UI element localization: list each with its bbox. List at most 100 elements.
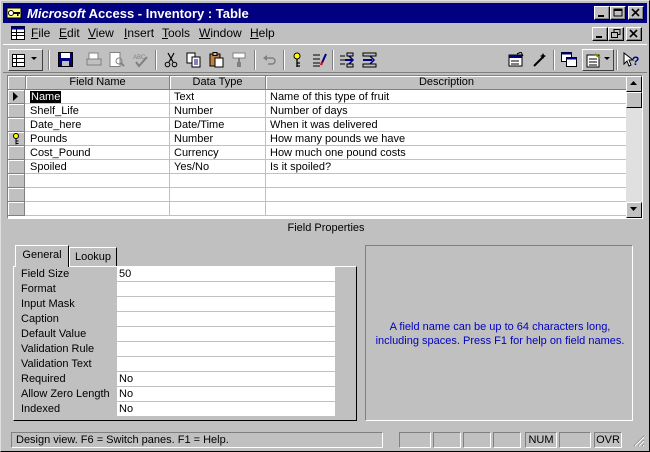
column-header-field-name[interactable]: Field Name [26, 76, 170, 90]
row-selector[interactable] [8, 90, 25, 104]
scroll-down-button[interactable] [626, 202, 642, 218]
description-cell[interactable]: How much one pound costs [266, 146, 628, 160]
undo-button[interactable] [259, 49, 281, 71]
table-row[interactable]: Pounds Number How many pounds we have [8, 132, 628, 146]
corner-header[interactable] [8, 76, 26, 90]
data-type-cell[interactable] [170, 174, 266, 188]
menu-edit[interactable]: Edit [59, 26, 80, 40]
property-row[interactable]: Validation Rule [21, 342, 349, 357]
field-name-cell[interactable] [26, 188, 170, 202]
property-value[interactable] [117, 312, 335, 326]
data-type-cell[interactable]: Text [170, 90, 266, 104]
description-cell[interactable]: Number of days [266, 104, 628, 118]
field-name-cell[interactable] [26, 174, 170, 188]
row-selector[interactable] [8, 188, 25, 202]
spelling-button[interactable]: ABC [130, 49, 152, 71]
property-row[interactable]: Field Size 50 [21, 267, 349, 282]
property-row[interactable]: Format [21, 282, 349, 297]
doc-restore-button[interactable] [608, 27, 624, 41]
build-button[interactable] [529, 49, 551, 71]
table-row[interactable]: Date_here Date/Time When it was delivere… [8, 118, 628, 132]
scroll-up-button[interactable] [626, 76, 642, 92]
database-window-button[interactable] [558, 49, 580, 71]
new-object-button[interactable] [582, 49, 614, 71]
row-selector[interactable] [8, 160, 25, 174]
field-name-cell[interactable] [26, 202, 170, 216]
table-row[interactable]: Shelf_Life Number Number of days [8, 104, 628, 118]
table-row[interactable]: Name Text Name of this type of fruit [8, 90, 628, 104]
empty-row[interactable] [8, 202, 628, 216]
grid-vertical-scrollbar[interactable] [626, 76, 642, 218]
data-type-cell[interactable]: Currency [170, 146, 266, 160]
field-name-cell[interactable]: Pounds [26, 132, 170, 146]
field-name-cell[interactable]: Name [26, 90, 170, 104]
data-type-cell[interactable] [170, 202, 266, 216]
size-grip-icon[interactable] [633, 435, 645, 447]
data-type-cell[interactable]: Number [170, 104, 266, 118]
menu-tools[interactable]: Tools [162, 26, 190, 40]
property-row[interactable]: Caption [21, 312, 349, 327]
data-type-cell[interactable]: Yes/No [170, 160, 266, 174]
empty-row[interactable] [8, 174, 628, 188]
minimize-button[interactable] [594, 6, 610, 20]
row-selector[interactable] [8, 118, 25, 132]
insert-rows-button[interactable] [336, 49, 358, 71]
data-type-cell[interactable] [170, 188, 266, 202]
context-help-button[interactable]: ? [620, 49, 642, 71]
property-row[interactable]: Required No [21, 372, 349, 387]
description-cell[interactable]: Name of this type of fruit [266, 90, 628, 104]
cut-button[interactable] [160, 49, 182, 71]
property-row[interactable]: Allow Zero Length No [21, 387, 349, 402]
scroll-thumb[interactable] [626, 92, 642, 108]
table-row[interactable]: Cost_Pound Currency How much one pound c… [8, 146, 628, 160]
paste-button[interactable] [206, 49, 228, 71]
property-value[interactable]: 50 [117, 267, 335, 281]
column-header-description[interactable]: Description [266, 76, 628, 90]
copy-button[interactable] [183, 49, 205, 71]
access-key-icon[interactable] [6, 5, 22, 21]
property-row[interactable]: Input Mask [21, 297, 349, 312]
table-row[interactable]: Spoiled Yes/No Is it spoiled? [8, 160, 628, 174]
property-row[interactable]: Validation Text [21, 357, 349, 372]
tab-lookup[interactable]: Lookup [69, 247, 117, 267]
description-cell[interactable]: When it was delivered [266, 118, 628, 132]
maximize-button[interactable] [610, 6, 626, 20]
view-dropdown-button[interactable] [8, 49, 43, 71]
menu-file[interactable]: File [31, 26, 50, 40]
format-painter-button[interactable] [229, 49, 251, 71]
property-value[interactable]: No [117, 387, 335, 401]
delete-rows-button[interactable] [359, 49, 381, 71]
row-selector[interactable] [8, 132, 25, 146]
properties-button[interactable] [505, 49, 527, 71]
row-selector[interactable] [8, 146, 25, 160]
field-name-cell[interactable]: Spoiled [26, 160, 170, 174]
close-button[interactable] [628, 6, 644, 20]
property-value[interactable] [117, 297, 335, 311]
property-value[interactable]: No [117, 372, 335, 386]
table-icon[interactable] [11, 26, 25, 40]
menu-help[interactable]: Help [250, 26, 275, 40]
menu-insert[interactable]: Insert [124, 26, 154, 40]
doc-minimize-button[interactable] [592, 27, 608, 41]
doc-close-button[interactable] [626, 27, 642, 41]
indexes-button[interactable] [309, 49, 331, 71]
primary-key-button[interactable] [287, 49, 309, 71]
row-selector[interactable] [8, 104, 25, 118]
property-value[interactable]: No [117, 402, 335, 416]
property-row[interactable]: Indexed No [21, 402, 349, 417]
field-name-cell[interactable]: Shelf_Life [26, 104, 170, 118]
save-button[interactable] [55, 49, 77, 71]
description-cell[interactable]: Is it spoiled? [266, 160, 628, 174]
description-cell[interactable]: How many pounds we have [266, 132, 628, 146]
title-bar[interactable]: Microsoft Access - Inventory : Table [3, 3, 647, 23]
property-value[interactable] [117, 357, 335, 371]
row-selector[interactable] [8, 174, 25, 188]
property-value[interactable] [117, 282, 335, 296]
menu-window[interactable]: Window [199, 26, 242, 40]
menu-view[interactable]: View [88, 26, 114, 40]
data-type-cell[interactable]: Number [170, 132, 266, 146]
property-value[interactable] [117, 342, 335, 356]
print-button[interactable] [83, 49, 105, 71]
tab-general[interactable]: General [15, 245, 69, 267]
column-header-data-type[interactable]: Data Type [170, 76, 266, 90]
